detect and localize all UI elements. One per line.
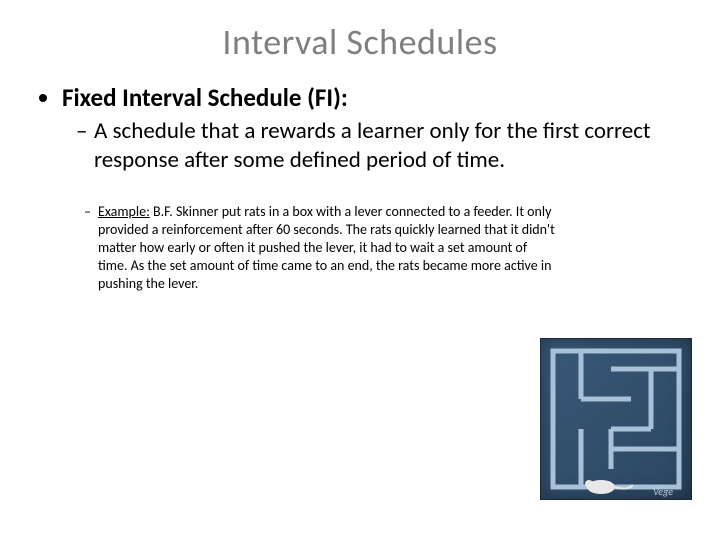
bullet-fixed-interval: Fixed Interval Schedule (FI): A schedule…: [62, 82, 686, 293]
slide-title: Interval Schedules: [0, 20, 720, 64]
bullet-heading: Fixed Interval Schedule (FI):: [62, 82, 348, 113]
bullet-list-level3: Example: B.F. Skinner put rats in a box …: [62, 203, 686, 294]
slide: Interval Schedules Fixed Interval Schedu…: [0, 20, 720, 540]
maze-icon: Vege: [541, 339, 691, 499]
definition-item: A schedule that a rewards a learner only…: [76, 117, 686, 175]
example-label: Example:: [98, 203, 150, 220]
slide-content: Fixed Interval Schedule (FI): A schedule…: [0, 82, 720, 293]
definition-text: A schedule that a rewards a learner only…: [94, 117, 651, 174]
bullet-list-level1: Fixed Interval Schedule (FI): A schedule…: [44, 82, 686, 293]
example-text: B.F. Skinner put rats in a box with a le…: [98, 203, 555, 293]
example-item: Example: B.F. Skinner put rats in a box …: [84, 203, 686, 294]
image-watermark: Vege: [653, 485, 673, 498]
maze-image: Vege: [540, 338, 692, 500]
bullet-list-level2: A schedule that a rewards a learner only…: [62, 117, 686, 175]
